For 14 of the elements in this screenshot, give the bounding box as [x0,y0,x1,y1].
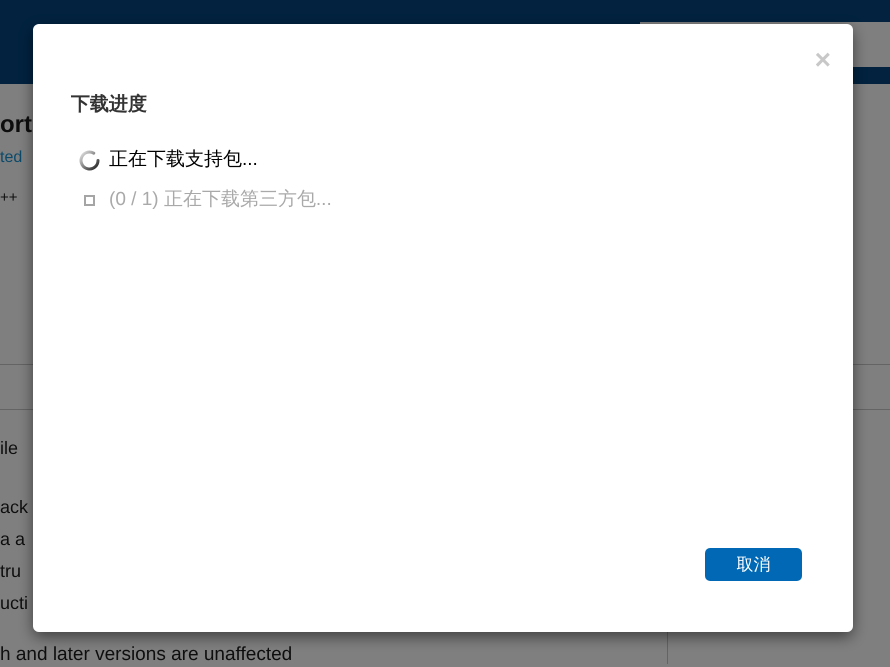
body-text: h and later versions are unaffected [0,646,292,664]
meta-text: ++ [0,189,18,207]
body-text: tru [0,560,22,583]
close-button[interactable]: × [814,50,831,70]
step-text: (0 / 1) 正在下载第三方包... [109,188,332,212]
page-link[interactable]: ted [0,148,22,167]
dialog-title: 下载进度 [71,94,147,116]
body-text: ucti [0,592,28,615]
page-title: ort [0,110,32,139]
body-text: a a [0,528,26,551]
cancel-button[interactable]: 取消 [705,548,802,581]
body-text: ile [0,437,18,460]
step-text: 正在下载支持包... [109,148,258,172]
body-text: ack [0,496,28,519]
